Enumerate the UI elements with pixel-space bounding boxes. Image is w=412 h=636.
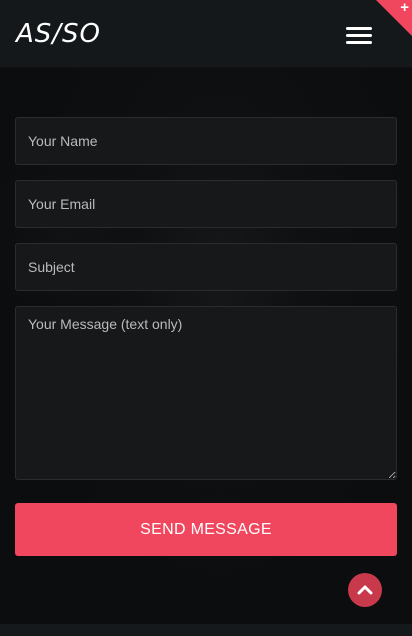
chevron-up-icon [357,585,373,595]
footer-strip [0,624,412,636]
menu-line [346,27,372,30]
hamburger-menu-icon[interactable] [344,24,372,46]
scroll-to-top-button[interactable] [348,573,382,607]
send-message-button[interactable]: SEND MESSAGE [15,503,397,556]
site-header: AS/SO [0,0,412,67]
email-field[interactable] [15,180,397,228]
site-logo[interactable]: AS/SO [16,17,101,51]
subject-field[interactable] [15,243,397,291]
message-field[interactable] [15,306,397,480]
plus-icon[interactable]: + [400,0,409,16]
menu-line [346,41,372,44]
menu-line [346,34,372,37]
name-field[interactable] [15,117,397,165]
